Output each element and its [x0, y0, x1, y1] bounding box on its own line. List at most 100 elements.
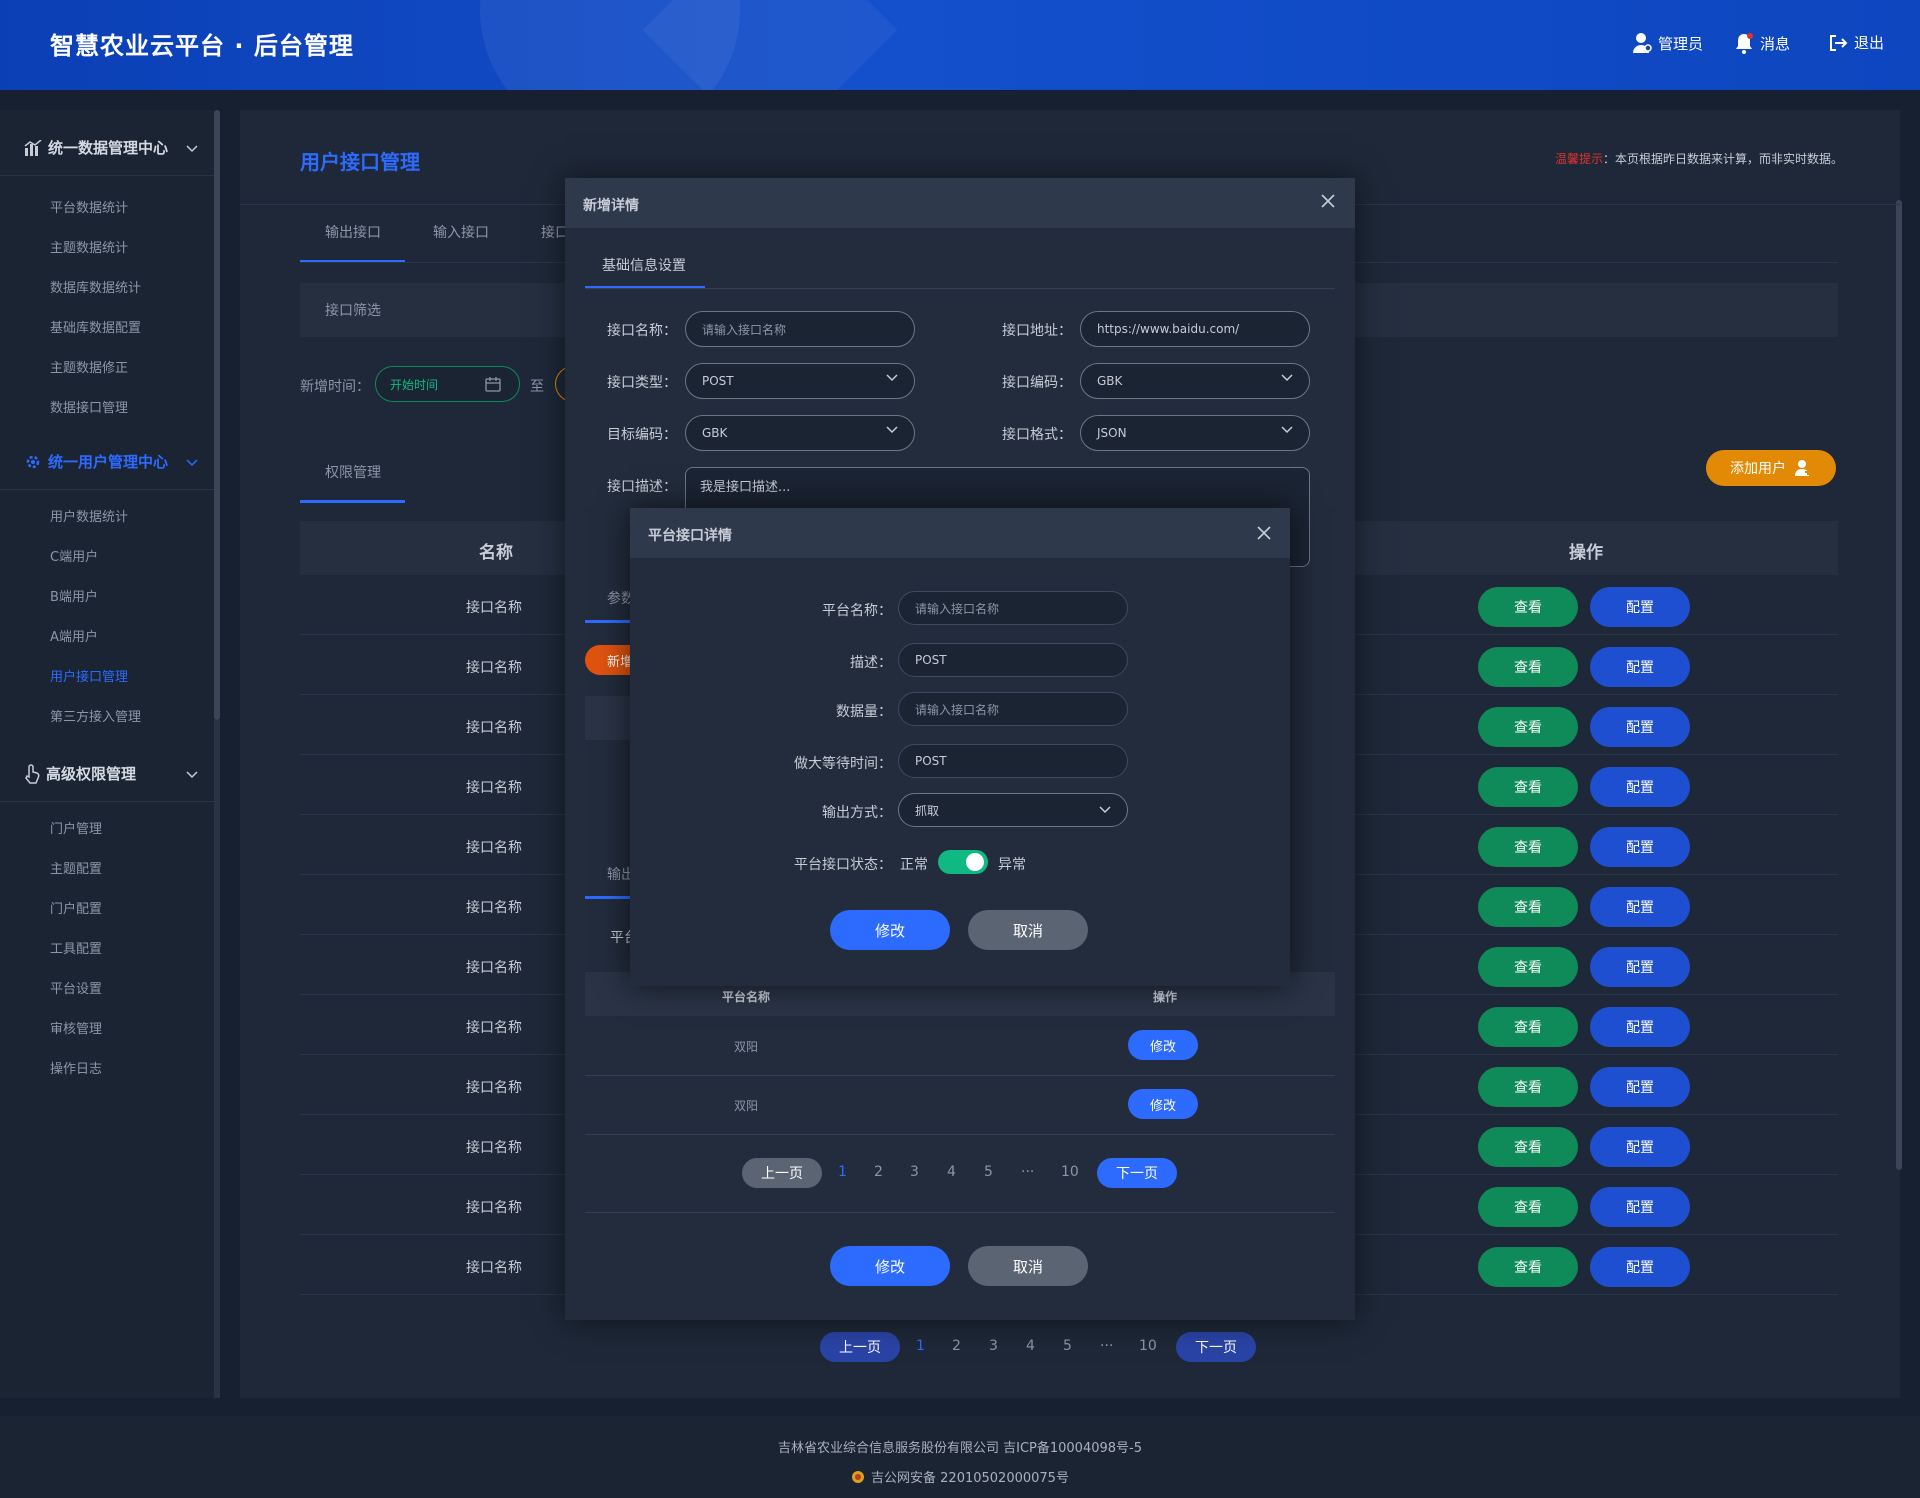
sidebar-item-portal-config[interactable]: 门户配置: [50, 898, 102, 917]
close-icon[interactable]: [1256, 525, 1272, 541]
view-button[interactable]: 查看: [1478, 1007, 1578, 1047]
inner-edit-button[interactable]: 修改: [1128, 1089, 1198, 1119]
sidebar-item-audit[interactable]: 审核管理: [50, 1018, 102, 1037]
sidebar-item-theme-config[interactable]: 主题配置: [50, 858, 102, 877]
sidebar-scrollbar[interactable]: [214, 110, 220, 720]
add-modal-cancel-button[interactable]: 取消: [968, 1246, 1088, 1286]
sidebar-group-permissions[interactable]: 高级权限管理: [0, 746, 214, 802]
view-button[interactable]: 查看: [1478, 827, 1578, 867]
close-icon[interactable]: [1320, 193, 1336, 209]
tab-basic-info[interactable]: 基础信息设置: [602, 255, 686, 275]
config-button[interactable]: 配置: [1590, 1247, 1690, 1287]
view-button[interactable]: 查看: [1478, 1187, 1578, 1227]
sidebar-item-base-config[interactable]: 基础库数据配置: [50, 317, 141, 336]
page-link[interactable]: 4: [1026, 1338, 1035, 1354]
add-modal-submit-button[interactable]: 修改: [830, 1246, 950, 1286]
view-button[interactable]: 查看: [1478, 1127, 1578, 1167]
page-link[interactable]: 10: [1139, 1338, 1157, 1354]
platform-wait-input[interactable]: POST: [898, 744, 1128, 778]
page-link[interactable]: 3: [989, 1338, 998, 1354]
inner-next-page-button[interactable]: 下一页: [1097, 1158, 1177, 1188]
config-button[interactable]: 配置: [1590, 1007, 1690, 1047]
tab-permissions[interactable]: 权限管理: [325, 462, 381, 482]
sidebar-item-user-stats[interactable]: 用户数据统计: [50, 506, 128, 525]
api-address-input[interactable]: https://www.baidu.com/: [1080, 311, 1310, 347]
table-row-name: 接口名称: [466, 1080, 522, 1096]
view-button[interactable]: 查看: [1478, 887, 1578, 927]
messages-label: 消息: [1760, 34, 1791, 53]
page-link[interactable]: 2: [952, 1338, 961, 1354]
tab-input[interactable]: 输入接口: [433, 222, 489, 242]
inner-page-link[interactable]: 2: [874, 1164, 883, 1180]
tab-output[interactable]: 输出接口: [325, 222, 381, 242]
sidebar-item-topic-fix[interactable]: 主题数据修正: [50, 357, 128, 376]
sidebar-item-a-users[interactable]: A端用户: [50, 626, 98, 645]
sidebar-item-data-api[interactable]: 数据接口管理: [50, 397, 128, 416]
sidebar-item-portal[interactable]: 门户管理: [50, 818, 102, 837]
api-format-select[interactable]: JSON: [1080, 415, 1310, 451]
add-param-button[interactable]: 新增: [585, 645, 635, 675]
sidebar-item-topic-stats[interactable]: 主题数据统计: [50, 237, 128, 256]
platform-status-toggle[interactable]: [938, 850, 988, 874]
field-label-encode: 接口编码：: [1002, 375, 1072, 391]
platform-desc-input[interactable]: POST: [898, 643, 1128, 677]
view-button[interactable]: 查看: [1478, 587, 1578, 627]
api-encode-select[interactable]: GBK: [1080, 363, 1310, 399]
inner-page-link[interactable]: 1: [838, 1164, 847, 1180]
perm-tab-underline: [300, 500, 405, 503]
config-button[interactable]: 配置: [1590, 707, 1690, 747]
config-button[interactable]: 配置: [1590, 947, 1690, 987]
inner-edit-button[interactable]: 修改: [1128, 1030, 1198, 1060]
status-on-label: 正常: [900, 857, 928, 873]
api-type-select[interactable]: POST: [685, 363, 915, 399]
add-user-button[interactable]: 添加用户: [1706, 450, 1836, 486]
view-button[interactable]: 查看: [1478, 707, 1578, 747]
view-button[interactable]: 查看: [1478, 1067, 1578, 1107]
sidebar-item-third-party[interactable]: 第三方接入管理: [50, 706, 141, 725]
config-button[interactable]: 配置: [1590, 647, 1690, 687]
platform-output-select[interactable]: 抓取: [898, 793, 1128, 827]
sidebar-item-platform-settings[interactable]: 平台设置: [50, 978, 102, 997]
config-button[interactable]: 配置: [1590, 1127, 1690, 1167]
logout-button[interactable]: 退出: [1828, 32, 1884, 53]
platform-modal-cancel-button[interactable]: 取消: [968, 910, 1088, 950]
page-scrollbar[interactable]: [1896, 200, 1902, 1170]
platform-name-input[interactable]: 请输入接口名称: [898, 591, 1128, 625]
sidebar-group-user-center[interactable]: 统一用户管理中心: [0, 434, 214, 490]
config-button[interactable]: 配置: [1590, 887, 1690, 927]
sidebar-item-db-stats[interactable]: 数据库数据统计: [50, 277, 141, 296]
inner-page-link[interactable]: 4: [947, 1164, 956, 1180]
inner-prev-page-button[interactable]: 上一页: [742, 1158, 822, 1188]
inner-row-divider: [585, 1134, 1335, 1135]
sidebar-item-oplog[interactable]: 操作日志: [50, 1058, 102, 1077]
page-link[interactable]: 1: [916, 1338, 925, 1354]
sidebar-group-data-center[interactable]: 统一数据管理中心: [0, 120, 214, 176]
config-button[interactable]: 配置: [1590, 1067, 1690, 1107]
sidebar-item-user-api[interactable]: 用户接口管理: [50, 666, 128, 685]
admin-menu[interactable]: 管理员: [1632, 32, 1703, 54]
config-button[interactable]: 配置: [1590, 827, 1690, 867]
sidebar-item-tool-config[interactable]: 工具配置: [50, 938, 102, 957]
sidebar-item-b-users[interactable]: B端用户: [50, 586, 98, 605]
sidebar-item-platform-stats[interactable]: 平台数据统计: [50, 197, 128, 216]
platform-modal-submit-button[interactable]: 修改: [830, 910, 950, 950]
view-button[interactable]: 查看: [1478, 767, 1578, 807]
next-page-button[interactable]: 下一页: [1176, 1332, 1256, 1362]
view-button[interactable]: 查看: [1478, 1247, 1578, 1287]
config-button[interactable]: 配置: [1590, 587, 1690, 627]
config-button[interactable]: 配置: [1590, 767, 1690, 807]
sidebar-item-c-users[interactable]: C端用户: [50, 546, 98, 565]
inner-page-link[interactable]: 10: [1061, 1164, 1079, 1180]
inner-page-link[interactable]: 3: [910, 1164, 919, 1180]
prev-page-button[interactable]: 上一页: [820, 1332, 900, 1362]
view-button[interactable]: 查看: [1478, 647, 1578, 687]
start-date-input[interactable]: 开始时间: [375, 366, 520, 402]
platform-count-input[interactable]: 请输入接口名称: [898, 692, 1128, 726]
api-name-input[interactable]: 请输入接口名称: [685, 311, 915, 347]
target-encode-select[interactable]: GBK: [685, 415, 915, 451]
config-button[interactable]: 配置: [1590, 1187, 1690, 1227]
page-link[interactable]: 5: [1063, 1338, 1072, 1354]
view-button[interactable]: 查看: [1478, 947, 1578, 987]
inner-page-link[interactable]: 5: [984, 1164, 993, 1180]
messages-button[interactable]: 消息: [1734, 32, 1790, 54]
